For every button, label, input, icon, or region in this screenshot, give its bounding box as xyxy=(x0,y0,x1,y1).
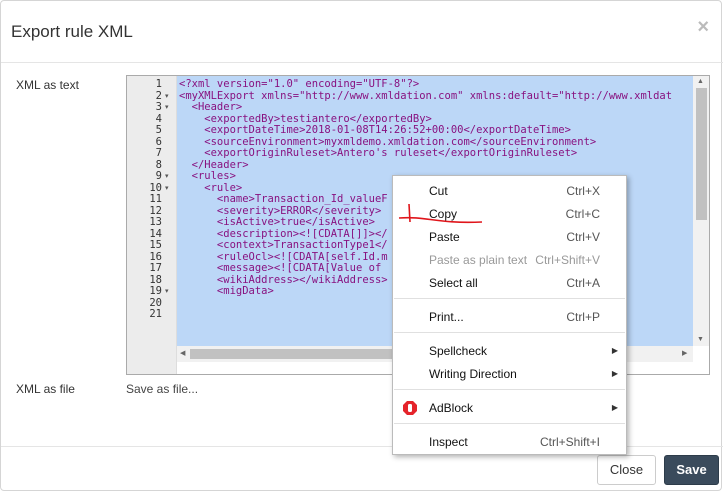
menu-separator xyxy=(394,298,625,299)
scroll-up-icon[interactable]: ▲ xyxy=(697,78,704,85)
xml-as-text-label: XML as text xyxy=(16,78,79,92)
line-number: 17 xyxy=(149,262,162,274)
submenu-arrow-icon: ▶ xyxy=(611,369,618,378)
vertical-scroll-thumb[interactable] xyxy=(696,88,707,220)
menu-item-select-all[interactable]: Select all Ctrl+A xyxy=(393,272,626,294)
menu-item-cut[interactable]: Cut Ctrl+X xyxy=(393,180,626,202)
save-as-file-link[interactable]: Save as file... xyxy=(126,382,198,396)
line-number: 11 xyxy=(149,193,162,205)
code-line: <migData> xyxy=(179,285,274,297)
modal-header: Export rule XML × xyxy=(1,1,723,63)
submenu-arrow-icon: ▶ xyxy=(611,346,618,355)
code-line: <myXMLExport xmlns="http://www.xmldation… xyxy=(179,89,673,102)
menu-item-shortcut: Ctrl+C xyxy=(565,207,600,221)
menu-separator xyxy=(394,332,625,333)
save-button[interactable]: Save xyxy=(664,455,719,485)
horizontal-scroll-thumb[interactable] xyxy=(190,349,395,359)
menu-item-shortcut: Ctrl+P xyxy=(566,310,600,324)
line-number: 15 xyxy=(149,239,162,251)
adblock-icon xyxy=(403,401,417,415)
menu-item-spellcheck[interactable]: Spellcheck ▶ xyxy=(393,340,626,362)
line-number: 7 xyxy=(155,147,162,159)
fold-toggle-icon[interactable]: ▾ xyxy=(165,102,169,114)
code-line: <isActive>true</isActive> xyxy=(179,216,375,228)
line-number: 3 xyxy=(155,101,162,113)
menu-item-label: Paste as plain text xyxy=(429,253,528,267)
close-icon[interactable]: × xyxy=(697,17,709,37)
menu-item-label: Print... xyxy=(429,310,464,324)
menu-item-shortcut: Ctrl+Shift+V xyxy=(535,253,600,267)
fold-toggle-icon[interactable]: ▾ xyxy=(165,286,169,298)
line-number: 21 xyxy=(149,308,162,320)
submenu-arrow-icon: ▶ xyxy=(611,403,618,412)
modal-title: Export rule XML xyxy=(11,22,133,41)
menu-item-shortcut: Ctrl+V xyxy=(566,230,600,244)
menu-separator xyxy=(394,423,625,424)
menu-item-label: AdBlock xyxy=(429,401,474,415)
code-line: <exportOriginRuleset>Antero's ruleset</e… xyxy=(179,147,578,159)
menu-item-inspect[interactable]: Inspect Ctrl+Shift+I xyxy=(393,431,626,453)
menu-item-label: Writing Direction xyxy=(429,367,517,381)
line-number: 19 xyxy=(149,285,162,297)
menu-item-adblock[interactable]: AdBlock ▶ xyxy=(393,397,626,419)
code-line: <Header> xyxy=(179,101,243,113)
menu-item-shortcut: Ctrl+Shift+I xyxy=(539,435,600,449)
menu-item-print[interactable]: Print... Ctrl+P xyxy=(393,306,626,328)
line-number: 1 xyxy=(155,78,162,90)
vertical-scrollbar[interactable]: ▲ ▼ xyxy=(693,76,709,346)
context-menu: Cut Ctrl+X Copy Ctrl+C Paste Ctrl+V Past… xyxy=(392,175,627,455)
menu-item-label: Select all xyxy=(429,276,478,290)
menu-item-shortcut: Ctrl+X xyxy=(566,184,600,198)
code-line: <rules> xyxy=(179,170,236,182)
line-number: 5 xyxy=(155,124,162,136)
fold-toggle-icon[interactable]: ▾ xyxy=(165,91,169,103)
menu-item-writing-direction[interactable]: Writing Direction ▶ xyxy=(393,363,626,385)
menu-item-paste-plain-text[interactable]: Paste as plain text Ctrl+Shift+V xyxy=(393,249,626,271)
code-line: <context>TransactionType1</ xyxy=(179,239,388,251)
line-number: 13 xyxy=(149,216,162,228)
menu-item-label: Spellcheck xyxy=(429,344,488,358)
fold-toggle-icon[interactable]: ▾ xyxy=(165,171,169,183)
menu-item-label: Cut xyxy=(429,184,448,198)
scroll-down-icon[interactable]: ▼ xyxy=(697,336,704,343)
code-line: <name>Transaction_Id_valueF xyxy=(179,193,388,205)
line-number: 9 xyxy=(155,170,162,182)
code-line: <?xml version="1.0" encoding="UTF-8"?> xyxy=(179,78,420,90)
scroll-left-icon[interactable]: ◀ xyxy=(180,349,185,357)
editor-gutter: 1 2 ▾ 3 ▾ 4 5 6 7 8 9 ▾ 10 ▾ 11 12 13 14 15 16 17 18 19 ▾ 20 21 xyxy=(127,76,177,374)
fold-toggle-icon[interactable]: ▾ xyxy=(165,183,169,195)
menu-item-label: Inspect xyxy=(429,435,468,449)
code-line: <exportDateTime>2018-01-08T14:26:52+00:0… xyxy=(179,124,571,136)
red-annotation-mark xyxy=(398,203,483,224)
close-button[interactable]: Close xyxy=(597,455,656,485)
xml-as-file-label: XML as file xyxy=(16,382,75,396)
scroll-right-icon[interactable]: ▶ xyxy=(682,349,687,357)
menu-item-shortcut: Ctrl+A xyxy=(566,276,600,290)
menu-separator xyxy=(394,389,625,390)
